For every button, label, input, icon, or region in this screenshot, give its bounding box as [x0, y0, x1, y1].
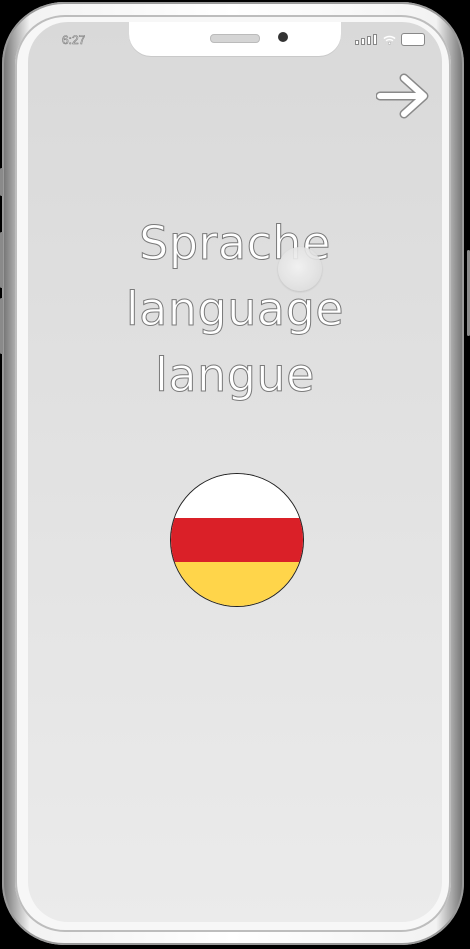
- language-title: Sprache language langue: [28, 210, 442, 408]
- app-screen: 6:27 Sprache language langue: [28, 22, 442, 922]
- arrow-right-icon[interactable]: [376, 72, 432, 120]
- battery-icon: [401, 33, 425, 46]
- volume-down-button: [0, 298, 3, 354]
- mute-switch: [0, 168, 3, 196]
- title-line-german: Sprache: [139, 216, 331, 271]
- status-icons: [355, 33, 425, 46]
- wifi-icon: [383, 35, 396, 45]
- flag-icon[interactable]: [171, 474, 303, 606]
- flag-stripe-white: [171, 474, 303, 518]
- volume-up-button: [0, 232, 3, 288]
- flag-stripe-yellow: [171, 562, 303, 606]
- status-time: 6:27: [62, 33, 86, 48]
- flag-stripe-red: [171, 518, 303, 562]
- signal-icon: [355, 34, 377, 45]
- touch-indicator: [278, 247, 322, 291]
- speaker-grille: [210, 34, 260, 43]
- title-line-french: langue: [155, 348, 315, 403]
- notch: [129, 22, 341, 56]
- front-camera: [278, 32, 288, 42]
- title-line-english: language: [125, 282, 345, 337]
